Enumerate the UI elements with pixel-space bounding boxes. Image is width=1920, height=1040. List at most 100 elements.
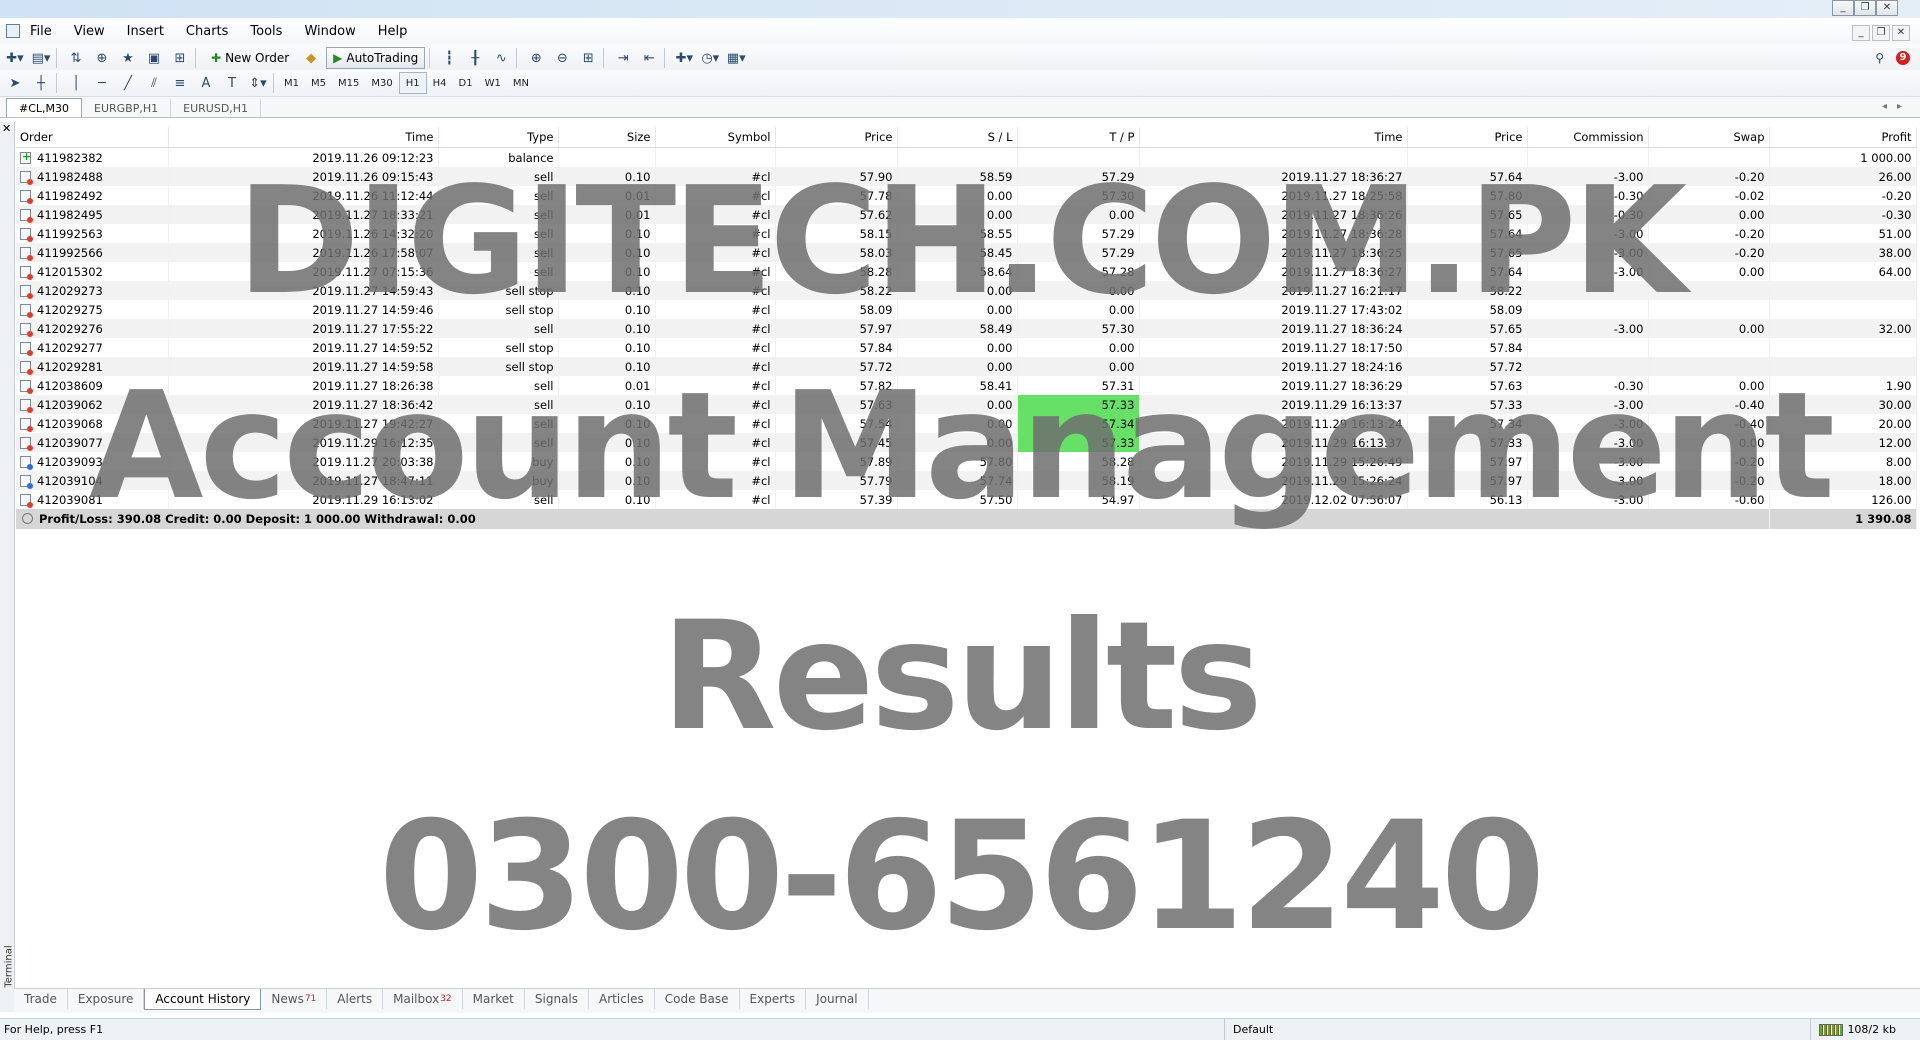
close-icon[interactable]: ✕ <box>2 122 11 135</box>
new-chart-icon[interactable]: ✚▾ <box>4 47 26 69</box>
meta-editor-icon[interactable]: ◆ <box>300 47 322 69</box>
menu-item-help[interactable]: Help <box>378 22 418 39</box>
zoom-in-icon[interactable]: ⊕ <box>525 47 547 69</box>
timeframe-mn-button[interactable]: MN <box>507 73 535 93</box>
strategy-tester-icon[interactable]: ⊞ <box>169 47 191 69</box>
column-header[interactable]: T / P <box>1017 127 1140 148</box>
periods-icon[interactable]: ◷▾ <box>699 47 721 69</box>
timeframe-w1-button[interactable]: W1 <box>479 73 507 93</box>
vertical-line-icon[interactable]: │ <box>65 72 87 94</box>
mdi-restore-button[interactable]: ❐ <box>1872 25 1890 41</box>
table-row[interactable]: 412029276 2019.11.27 17:55:22 sell 0.10 #cl 5… <box>16 319 1917 338</box>
fibonacci-icon[interactable]: ≡ <box>169 72 191 94</box>
table-row[interactable]: 411982488 2019.11.26 09:15:43 sell 0.10 #cl 5… <box>16 167 1917 186</box>
tab-exposure[interactable]: Exposure <box>68 989 145 1009</box>
chart-tab[interactable]: EURGBP,H1 <box>82 99 172 117</box>
tab-market[interactable]: Market <box>463 989 525 1009</box>
menu-item-view[interactable]: View <box>74 22 115 39</box>
table-row[interactable]: 412029277 2019.11.27 14:59:52 sell stop 0.1… <box>16 338 1917 357</box>
column-header[interactable]: Swap <box>1648 127 1770 148</box>
restore-window-button[interactable]: ❐ <box>1854 0 1876 16</box>
templates-icon[interactable]: ▦▾ <box>725 47 747 69</box>
tab-articles[interactable]: Articles <box>589 989 655 1009</box>
line-chart-icon[interactable]: ∿ <box>490 47 512 69</box>
timeframe-m5-button[interactable]: M5 <box>305 73 332 93</box>
indicators-icon[interactable]: ✚▾ <box>673 47 695 69</box>
bar-chart-icon[interactable]: ┇ <box>438 47 460 69</box>
table-row[interactable]: 412039077 2019.11.29 16:12:35 sell 0.10 #cl 5… <box>16 433 1917 452</box>
candlestick-icon[interactable]: ╂ <box>464 47 486 69</box>
table-row[interactable]: 412039081 2019.11.29 16:13:02 sell 0.10 #cl 5… <box>16 490 1917 509</box>
table-row[interactable]: 412039093 2019.11.27 20:03:38 buy 0.10 #cl 57… <box>16 452 1917 471</box>
column-header[interactable]: Price <box>1407 127 1528 148</box>
column-header[interactable]: Symbol <box>655 127 776 148</box>
column-header[interactable]: Size <box>558 127 656 148</box>
data-window-icon[interactable]: ⊕ <box>91 47 113 69</box>
cursor-icon[interactable]: ➤ <box>4 72 26 94</box>
table-row[interactable]: 411982495 2019.11.27 18:33:21 sell 0.01 #cl 5… <box>16 205 1917 224</box>
menu-item-window[interactable]: Window <box>304 22 365 39</box>
crosshair-icon[interactable]: ┼ <box>30 72 52 94</box>
table-row[interactable]: 412039104 2019.11.27 18:47:11 buy 0.10 #cl 57… <box>16 471 1917 490</box>
terminal-icon[interactable]: ▣ <box>143 47 165 69</box>
timeframe-h1-button[interactable]: H1 <box>398 72 427 94</box>
table-row[interactable]: 412029273 2019.11.27 14:59:43 sell stop 0.1… <box>16 281 1917 300</box>
notification-badge[interactable]: 9 <box>1896 51 1910 65</box>
tab-signals[interactable]: Signals <box>525 989 590 1009</box>
trendline-icon[interactable]: ╱ <box>117 72 139 94</box>
table-row[interactable]: 411992566 2019.11.26 17:58:07 sell 0.10 #cl 5… <box>16 243 1917 262</box>
chart-tab[interactable]: EURUSD,H1 <box>171 99 262 117</box>
table-row[interactable]: 411992563 2019.11.26 14:32:20 sell 0.10 #cl 5… <box>16 224 1917 243</box>
tab-mailbox[interactable]: Mailbox 32 <box>383 989 463 1009</box>
chart-shift-icon[interactable]: ⇥ <box>612 47 634 69</box>
tab-code-base[interactable]: Code Base <box>655 989 740 1009</box>
tile-windows-icon[interactable]: ⊞ <box>577 47 599 69</box>
table-row[interactable]: 412029281 2019.11.27 14:59:58 sell stop 0.1… <box>16 357 1917 376</box>
column-header[interactable]: Profit <box>1769 127 1917 148</box>
timeframe-m30-button[interactable]: M30 <box>365 73 398 93</box>
zoom-out-icon[interactable]: ⊖ <box>551 47 573 69</box>
new-order-button[interactable]: ✚ New Order <box>204 47 296 69</box>
profiles-icon[interactable]: ▤▾ <box>30 47 52 69</box>
table-row[interactable]: 412038609 2019.11.27 18:26:38 sell 0.01 #cl 5… <box>16 376 1917 395</box>
tab-experts[interactable]: Experts <box>740 989 807 1009</box>
close-window-button[interactable]: ✕ <box>1876 0 1898 16</box>
column-header[interactable]: Price <box>775 127 898 148</box>
mdi-close-button[interactable]: ✕ <box>1892 25 1910 41</box>
text-icon[interactable]: A <box>195 72 217 94</box>
menu-item-tools[interactable]: Tools <box>250 22 292 39</box>
table-row[interactable]: 412039062 2019.11.27 18:36:42 sell 0.10 #cl 5… <box>16 395 1917 414</box>
text-label-icon[interactable]: T <box>221 72 243 94</box>
menu-item-charts[interactable]: Charts <box>186 22 239 39</box>
market-watch-icon[interactable]: ⇅ <box>65 47 87 69</box>
timeframe-d1-button[interactable]: D1 <box>453 73 479 93</box>
tab-trade[interactable]: Trade <box>14 989 68 1009</box>
chart-tab-nav[interactable]: ◂▸ <box>1882 101 1912 112</box>
tab-news[interactable]: News 71 <box>261 989 328 1009</box>
column-header[interactable]: Time <box>1139 127 1408 148</box>
table-row[interactable]: 412029275 2019.11.27 14:59:46 sell stop 0.1… <box>16 300 1917 319</box>
tab-journal[interactable]: Journal <box>806 989 869 1009</box>
column-header[interactable]: Order <box>16 127 169 148</box>
timeframe-m15-button[interactable]: M15 <box>332 73 365 93</box>
equidistant-channel-icon[interactable]: ⫽ <box>143 72 165 94</box>
auto-scroll-icon[interactable]: ⇤ <box>638 47 660 69</box>
horizontal-line-icon[interactable]: ─ <box>91 72 113 94</box>
column-header[interactable]: S / L <box>897 127 1018 148</box>
column-header[interactable]: Type <box>438 127 559 148</box>
mdi-minimize-button[interactable]: _ <box>1852 25 1870 41</box>
search-icon[interactable]: ⚲ <box>1875 51 1884 65</box>
table-row[interactable]: 411982492 2019.11.26 11:12:44 sell 0.01 #cl 5… <box>16 186 1917 205</box>
auto-trading-button[interactable]: ▶ AutoTrading <box>326 47 426 69</box>
table-row[interactable]: 412015302 2019.11.27 07:15:36 sell 0.10 #cl 5… <box>16 262 1917 281</box>
arrows-icon[interactable]: ⇕▾ <box>247 72 269 94</box>
tab-account-history[interactable]: Account History <box>144 989 262 1010</box>
timeframe-h4-button[interactable]: H4 <box>427 73 453 93</box>
tab-alerts[interactable]: Alerts <box>327 989 384 1009</box>
column-header[interactable]: Time <box>168 127 439 148</box>
table-row[interactable]: 412039068 2019.11.27 19:42:27 sell 0.10 #cl 5… <box>16 414 1917 433</box>
column-header[interactable]: Commission <box>1527 127 1649 148</box>
table-row[interactable]: 411982382 2019.11.26 09:12:23balance 1 000… <box>16 147 1917 167</box>
timeframe-m1-button[interactable]: M1 <box>278 73 305 93</box>
navigator-icon[interactable]: ★ <box>117 47 139 69</box>
